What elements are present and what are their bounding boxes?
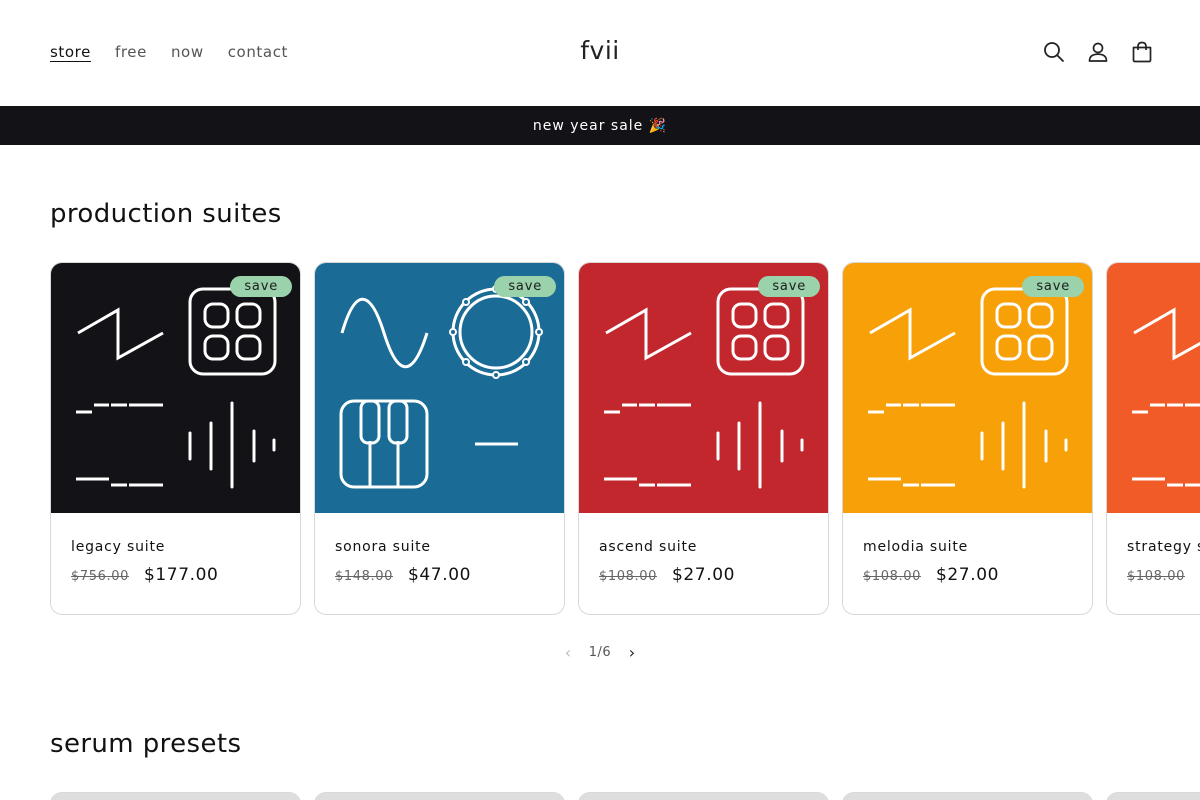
- carousel-pager: ‹ 1/6 ›: [540, 641, 660, 663]
- save-badge: save: [494, 276, 556, 297]
- product-card[interactable]: save sonora suite $148.00 $47.00: [314, 262, 565, 615]
- sale-price: $27.00: [935, 565, 1000, 585]
- product-artwork: [1107, 263, 1200, 513]
- product-artwork: [579, 263, 828, 513]
- product-prices: $148.00 $47.00: [335, 565, 544, 585]
- serum-carousel: [50, 792, 1200, 800]
- product-info: legacy suite $756.00 $177.00: [51, 513, 300, 585]
- production-suites-heading: production suites: [50, 199, 282, 229]
- product-info: sonora suite $148.00 $47.00: [315, 513, 564, 585]
- product-name[interactable]: strategy suite: [1127, 539, 1200, 555]
- product-card[interactable]: [578, 792, 829, 800]
- chevron-right-icon[interactable]: ›: [615, 643, 649, 662]
- product-name[interactable]: melodia suite: [863, 539, 1072, 555]
- product-artwork: [843, 263, 1092, 513]
- product-track: save legacy suite $756.00 $177.00 save s…: [50, 262, 1200, 615]
- product-prices: $756.00 $177.00: [71, 565, 280, 585]
- sale-price: $47.00: [407, 565, 472, 585]
- account-icon[interactable]: [1087, 38, 1109, 66]
- product-artwork: [315, 263, 564, 513]
- regular-price: $108.00: [863, 569, 921, 584]
- product-image[interactable]: save: [1107, 263, 1200, 513]
- production-carousel: save legacy suite $756.00 $177.00 save s…: [50, 262, 1200, 615]
- sale-price: $27.00: [671, 565, 736, 585]
- product-artwork: [51, 263, 300, 513]
- product-image[interactable]: save: [51, 263, 300, 513]
- announcement-bar: new year sale 🎉: [0, 106, 1200, 145]
- product-prices: $108.00 $27.00: [599, 565, 808, 585]
- save-badge: save: [1022, 276, 1084, 297]
- product-image[interactable]: save: [579, 263, 828, 513]
- product-prices: $108.00 $27.00: [863, 565, 1072, 585]
- regular-price: $108.00: [599, 569, 657, 584]
- product-name[interactable]: sonora suite: [335, 539, 544, 555]
- search-icon[interactable]: [1043, 38, 1065, 66]
- product-card[interactable]: [50, 792, 301, 800]
- announcement-text[interactable]: new year sale 🎉: [533, 118, 667, 134]
- cart-icon[interactable]: [1131, 38, 1153, 66]
- product-name[interactable]: ascend suite: [599, 539, 808, 555]
- product-info: ascend suite $108.00 $27.00: [579, 513, 828, 585]
- product-card[interactable]: [1106, 792, 1200, 800]
- product-card[interactable]: save ascend suite $108.00 $27.00: [578, 262, 829, 615]
- product-name[interactable]: legacy suite: [71, 539, 280, 555]
- product-card[interactable]: [314, 792, 565, 800]
- save-badge: save: [758, 276, 820, 297]
- site-logo[interactable]: fvii: [580, 36, 620, 65]
- product-info: strategy suite $108.00 $27.00: [1107, 513, 1200, 585]
- product-card[interactable]: [842, 792, 1093, 800]
- save-badge: save: [230, 276, 292, 297]
- regular-price: $148.00: [335, 569, 393, 584]
- regular-price: $756.00: [71, 569, 129, 584]
- regular-price: $108.00: [1127, 569, 1185, 584]
- product-card[interactable]: save melodia suite $108.00 $27.00: [842, 262, 1093, 615]
- site-logo-wrap: fvii: [0, 36, 1200, 65]
- header-icons: [1043, 38, 1153, 66]
- sale-price: $177.00: [143, 565, 219, 585]
- pager-count: 1/6: [588, 644, 612, 660]
- product-card[interactable]: save legacy suite $756.00 $177.00: [50, 262, 301, 615]
- product-image[interactable]: save: [843, 263, 1092, 513]
- product-card[interactable]: save strategy suite $108.00 $27.00: [1106, 262, 1200, 615]
- product-info: melodia suite $108.00 $27.00: [843, 513, 1092, 585]
- product-prices: $108.00 $27.00: [1127, 565, 1200, 585]
- site-header: store free now contact fvii: [0, 0, 1200, 106]
- chevron-left-icon[interactable]: ‹: [551, 643, 585, 662]
- serum-presets-heading: serum presets: [50, 729, 242, 759]
- product-image[interactable]: save: [315, 263, 564, 513]
- serum-track: [50, 792, 1200, 800]
